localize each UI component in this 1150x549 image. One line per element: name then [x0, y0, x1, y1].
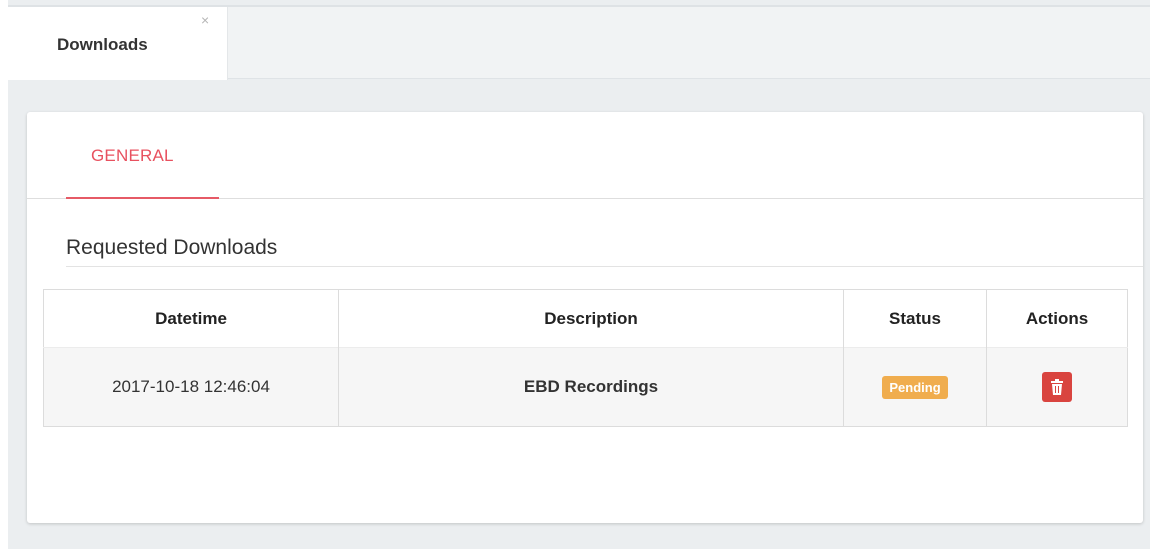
- section-title: Requested Downloads: [66, 236, 278, 259]
- close-icon[interactable]: ×: [201, 13, 209, 27]
- tab-downloads[interactable]: Downloads ×: [8, 7, 228, 80]
- downloads-table: Datetime Description Status Actions 2017…: [43, 289, 1128, 427]
- page: Downloads × GENERAL Requested Downloads …: [0, 0, 1150, 549]
- column-header-actions: Actions: [1025, 308, 1089, 328]
- status-badge: Pending: [882, 375, 948, 399]
- column-header-datetime[interactable]: Datetime: [43, 289, 339, 348]
- cell-description: EBD Recordings: [338, 347, 844, 427]
- cell-status: Pending: [843, 347, 987, 427]
- table-header-row: Datetime Description Status Actions: [43, 289, 1128, 348]
- trash-icon: [1051, 379, 1063, 395]
- column-header-description[interactable]: Description: [338, 289, 844, 348]
- column-header-status[interactable]: Status: [843, 289, 987, 348]
- cell-datetime: 2017-10-18 12:46:04: [43, 347, 339, 427]
- card-tab-bar: GENERAL: [27, 112, 1143, 199]
- downloads-card: GENERAL Requested Downloads Datetime Des…: [27, 112, 1143, 523]
- cell-actions: [986, 347, 1128, 427]
- table-row: 2017-10-18 12:46:04 EBD Recordings Pendi…: [43, 347, 1128, 427]
- tab-label: Downloads: [57, 35, 148, 54]
- section-divider: [66, 266, 1143, 267]
- tab-general-label: GENERAL: [91, 146, 174, 165]
- delete-button[interactable]: [1042, 372, 1072, 402]
- left-edge: [0, 0, 8, 549]
- tab-general[interactable]: GENERAL: [66, 112, 219, 199]
- tab-strip: Downloads ×: [8, 7, 1150, 80]
